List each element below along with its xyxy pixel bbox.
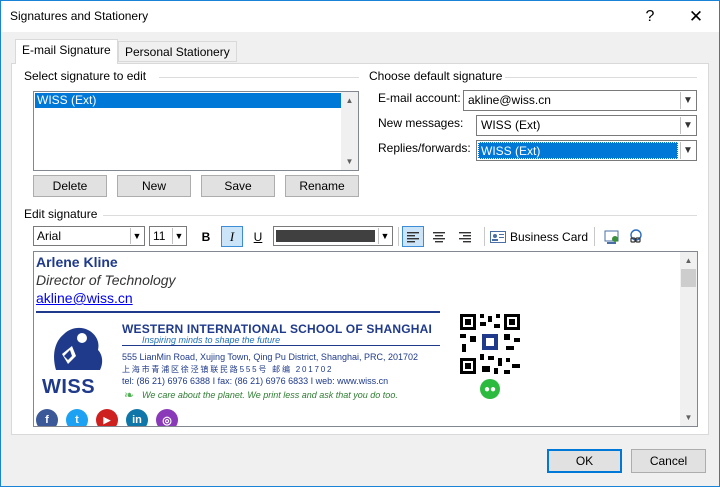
- default-signature-heading: Choose default signature: [369, 69, 503, 83]
- signatures-dialog: Signatures and Stationery ? ✕ E-mail Sig…: [0, 0, 720, 487]
- chevron-down-icon[interactable]: ▼: [172, 228, 185, 244]
- linkedin-icon[interactable]: in: [126, 409, 148, 426]
- replies-select[interactable]: WISS (Ext) ▼: [476, 140, 697, 161]
- scroll-down-icon[interactable]: ▼: [341, 153, 358, 170]
- insert-hyperlink-button[interactable]: [625, 226, 647, 247]
- scroll-down-icon[interactable]: ▼: [680, 409, 697, 426]
- chevron-down-icon[interactable]: ▼: [378, 228, 391, 244]
- insert-picture-button[interactable]: [601, 226, 623, 247]
- new-messages-label: New messages:: [378, 116, 464, 130]
- font-size-select[interactable]: 11 ▼: [149, 226, 187, 246]
- hyperlink-icon: [630, 228, 642, 243]
- scroll-thumb[interactable]: [681, 269, 696, 287]
- eco-note: We care about the planet. We print less …: [142, 390, 398, 400]
- tab-email-signature[interactable]: E-mail Signature: [15, 39, 118, 64]
- wiss-logo-text: WISS: [42, 376, 96, 398]
- italic-button[interactable]: I: [221, 226, 243, 247]
- toolbar-separator: [484, 227, 485, 246]
- align-right-button[interactable]: [454, 226, 476, 247]
- save-button[interactable]: Save: [201, 175, 275, 197]
- email-account-value: akline@wiss.cn: [468, 93, 551, 107]
- email-account-select[interactable]: akline@wiss.cn ▼: [463, 90, 697, 111]
- facebook-icon[interactable]: f: [36, 409, 58, 426]
- new-messages-value: WISS (Ext): [481, 118, 541, 132]
- tab-personal-stationery-label: Personal Stationery: [125, 45, 230, 59]
- title-bar: Signatures and Stationery ? ✕: [1, 1, 719, 32]
- font-select[interactable]: Arial ▼: [33, 226, 145, 246]
- scroll-up-icon[interactable]: ▲: [680, 252, 697, 269]
- lion-crest-icon: [54, 327, 103, 370]
- signature-role: Director of Technology: [36, 272, 176, 288]
- address-chinese: 上海市青浦区徐泾镇联民路555号 邮编 201702: [122, 365, 334, 374]
- qr-code-icon: [458, 312, 522, 376]
- delete-button[interactable]: Delete: [33, 175, 107, 197]
- font-color-select[interactable]: ▼: [273, 226, 393, 246]
- replies-label: Replies/forwards:: [378, 141, 471, 155]
- new-button[interactable]: New: [117, 175, 191, 197]
- new-messages-select[interactable]: WISS (Ext) ▼: [476, 115, 697, 136]
- youtube-icon[interactable]: ▶: [96, 409, 118, 426]
- contact-line: tel: (86 21) 6976 6388 I fax: (86 21) 69…: [122, 376, 389, 386]
- rename-button[interactable]: Rename: [285, 175, 359, 197]
- leaf-icon: ❧: [124, 388, 135, 402]
- signature-name: Arlene Kline: [36, 254, 118, 270]
- toolbar-separator: [398, 227, 399, 246]
- divider: [159, 77, 359, 78]
- editor-scrollbar[interactable]: ▲ ▼: [680, 252, 697, 426]
- list-scrollbar[interactable]: ▲ ▼: [341, 92, 358, 170]
- business-card-icon: [490, 230, 506, 243]
- school-name: WESTERN INTERNATIONAL SCHOOL OF SHANGHAI: [122, 322, 433, 336]
- edit-signature-heading: Edit signature: [24, 207, 98, 221]
- signature-divider: [36, 311, 440, 313]
- signature-email-link[interactable]: akline@wiss.cn: [36, 290, 133, 306]
- address-english: 555 LianMin Road, Xujing Town, Qing Pu D…: [122, 352, 419, 362]
- underline-button[interactable]: U: [247, 226, 269, 247]
- signature-list[interactable]: WISS (Ext) ▲ ▼: [33, 91, 359, 171]
- replies-value: WISS (Ext): [478, 142, 678, 159]
- bold-button[interactable]: B: [195, 226, 217, 247]
- business-card-label: Business Card: [510, 229, 589, 244]
- twitter-icon[interactable]: t: [66, 409, 88, 426]
- align-center-button[interactable]: [428, 226, 450, 247]
- window-title: Signatures and Stationery: [10, 9, 149, 23]
- email-account-label: E-mail account:: [378, 91, 461, 105]
- chevron-down-icon[interactable]: ▼: [680, 92, 695, 109]
- align-center-icon: [433, 231, 445, 242]
- chevron-down-icon[interactable]: ▼: [680, 142, 695, 159]
- help-button[interactable]: ?: [627, 1, 673, 32]
- tab-personal-stationery[interactable]: Personal Stationery: [118, 41, 237, 62]
- wechat-icon[interactable]: ●●: [480, 379, 500, 399]
- font-size-value: 11: [153, 229, 166, 243]
- cancel-button[interactable]: Cancel: [631, 449, 706, 473]
- close-button[interactable]: ✕: [673, 1, 719, 32]
- business-card-button[interactable]: Business Card: [490, 226, 588, 247]
- divider: [103, 215, 697, 216]
- scroll-up-icon[interactable]: ▲: [341, 92, 358, 109]
- instagram-icon[interactable]: ◎: [156, 409, 178, 426]
- list-item[interactable]: WISS (Ext): [35, 93, 341, 108]
- tab-email-signature-label: E-mail Signature: [22, 43, 111, 57]
- ok-button[interactable]: OK: [547, 449, 622, 473]
- font-value: Arial: [37, 229, 62, 243]
- tagline-divider: [122, 345, 440, 346]
- divider: [505, 77, 697, 78]
- signature-editor[interactable]: Arlene Kline Director of Technology akli…: [33, 251, 698, 427]
- font-color-swatch: [276, 230, 375, 242]
- school-tagline: Inspiring minds to shape the future: [142, 335, 281, 345]
- chevron-down-icon[interactable]: ▼: [680, 117, 695, 134]
- align-left-button[interactable]: [402, 226, 424, 247]
- picture-icon: [604, 230, 619, 244]
- align-left-icon: [407, 231, 419, 242]
- toolbar-separator: [594, 227, 595, 246]
- align-right-icon: [459, 231, 471, 242]
- select-signature-heading: Select signature to edit: [24, 69, 147, 83]
- chevron-down-icon[interactable]: ▼: [130, 228, 143, 244]
